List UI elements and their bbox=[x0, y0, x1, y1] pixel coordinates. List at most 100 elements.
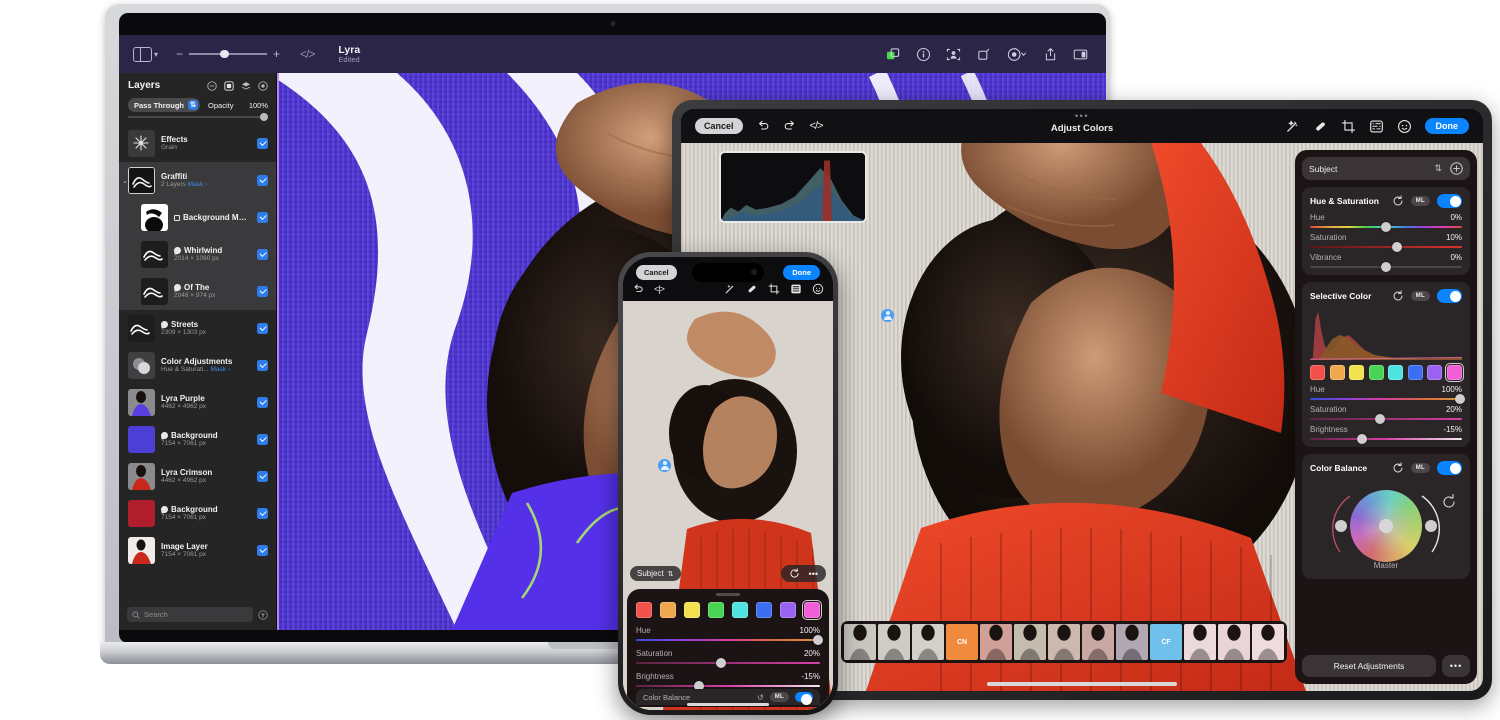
color-swatch[interactable] bbox=[660, 602, 676, 618]
layer-visibility-checkbox[interactable] bbox=[257, 323, 268, 334]
panel-icon[interactable] bbox=[1073, 47, 1088, 62]
adjust-sliders-icon[interactable] bbox=[1369, 119, 1384, 134]
slider-track[interactable] bbox=[1310, 434, 1462, 444]
layer-row[interactable]: Of The 2048 × 974 px bbox=[119, 273, 276, 310]
slider-track[interactable] bbox=[636, 635, 824, 645]
filter-frame[interactable] bbox=[912, 624, 944, 660]
adjust-sliders-icon[interactable] bbox=[790, 283, 802, 295]
layer-visibility-checkbox[interactable] bbox=[257, 545, 268, 556]
stepper-icon[interactable]: ⇅ bbox=[188, 100, 199, 110]
iphone-color-swatches[interactable] bbox=[636, 600, 822, 620]
filter-frame[interactable] bbox=[844, 624, 876, 660]
reset-icon[interactable] bbox=[1392, 462, 1404, 474]
slider-knob[interactable] bbox=[1356, 434, 1367, 444]
slider-knob[interactable] bbox=[1455, 394, 1466, 404]
color-swatch[interactable] bbox=[684, 602, 700, 618]
color-swatch[interactable] bbox=[636, 602, 652, 618]
opacity-slider[interactable] bbox=[128, 113, 268, 121]
slider-knob[interactable] bbox=[1381, 262, 1391, 272]
share-icon[interactable] bbox=[1043, 47, 1058, 62]
filter-frame[interactable] bbox=[1048, 624, 1080, 660]
color-swatches[interactable] bbox=[1310, 363, 1464, 382]
zoom-out-button[interactable]: − bbox=[176, 48, 183, 60]
section-toggle[interactable] bbox=[795, 692, 813, 705]
color-swatch[interactable] bbox=[802, 600, 822, 620]
zoom-control[interactable]: − + bbox=[176, 48, 280, 60]
layer-visibility-checkbox[interactable] bbox=[257, 175, 268, 186]
fit-width-icon[interactable]: </> bbox=[300, 47, 315, 61]
redo-icon[interactable] bbox=[783, 119, 797, 133]
slider-track[interactable] bbox=[636, 681, 820, 691]
minus-circle-icon[interactable] bbox=[207, 80, 217, 91]
slider-knob[interactable] bbox=[813, 635, 824, 645]
layer-row[interactable]: Lyra Crimson 4462 × 4962 px bbox=[119, 458, 276, 495]
filters-icon[interactable] bbox=[812, 283, 824, 295]
blend-mode-select[interactable]: Pass Through ⇅ bbox=[128, 98, 201, 112]
color-swatch[interactable] bbox=[1427, 365, 1443, 380]
mask-square-icon[interactable] bbox=[224, 80, 234, 91]
adjust-icon[interactable] bbox=[1006, 47, 1028, 62]
iphone-subject-selector[interactable]: Subject ⇅ bbox=[630, 566, 681, 581]
layer-row[interactable]: Streets 2309 × 1303 px bbox=[119, 310, 276, 347]
iphone-cancel-button[interactable]: Cancel bbox=[636, 265, 677, 280]
layer-visibility-checkbox[interactable] bbox=[257, 138, 268, 149]
layer-visibility-checkbox[interactable] bbox=[257, 360, 268, 371]
mask-link[interactable]: Mask › bbox=[211, 366, 231, 373]
wheel-center-knob[interactable] bbox=[1379, 519, 1393, 533]
stepper-icon[interactable]: ⇅ bbox=[1434, 163, 1442, 174]
layers-add-icon[interactable] bbox=[886, 47, 901, 62]
color-swatch[interactable] bbox=[1444, 363, 1464, 382]
layer-visibility-checkbox[interactable] bbox=[257, 508, 268, 519]
layer-row[interactable]: Background Mask bbox=[119, 199, 276, 236]
subject-selector[interactable]: Subject ⇅ bbox=[1302, 157, 1470, 180]
info-icon[interactable] bbox=[916, 47, 931, 62]
filter-label-frame[interactable]: CN bbox=[946, 624, 978, 660]
color-wheel[interactable] bbox=[1350, 490, 1422, 562]
section-toggle[interactable] bbox=[1437, 194, 1462, 208]
filter-filmstrip[interactable]: CN CF bbox=[841, 621, 1287, 663]
crop-icon[interactable] bbox=[768, 283, 780, 295]
crop-icon[interactable] bbox=[1341, 119, 1356, 134]
zoom-slider[interactable] bbox=[189, 49, 268, 59]
layer-visibility-checkbox[interactable] bbox=[257, 212, 268, 223]
color-swatch[interactable] bbox=[1407, 365, 1423, 380]
slider-track[interactable] bbox=[1310, 414, 1462, 424]
subject-select-icon[interactable] bbox=[946, 47, 961, 62]
color-swatch[interactable] bbox=[1368, 365, 1384, 380]
mask-link[interactable]: Mask › bbox=[188, 181, 208, 188]
reset-icon[interactable]: ↺ bbox=[757, 693, 764, 702]
sidebar-toggle-button[interactable]: ▾ bbox=[133, 46, 158, 62]
code-icon[interactable]: <|> bbox=[654, 284, 665, 294]
zoom-slider-knob[interactable] bbox=[220, 49, 229, 59]
color-swatch[interactable] bbox=[780, 602, 796, 618]
magic-wand-icon[interactable] bbox=[1285, 119, 1300, 134]
undo-icon[interactable] bbox=[632, 283, 644, 295]
opacity-slider-knob[interactable] bbox=[260, 113, 268, 121]
reset-icon[interactable] bbox=[789, 568, 800, 579]
slider-knob[interactable] bbox=[1374, 414, 1385, 424]
layer-list[interactable]: Effects Grain ⌄ Graffiti 2 Layers Mask › Back… bbox=[119, 125, 276, 607]
ml-badge[interactable]: ML bbox=[1410, 463, 1430, 473]
plus-circle-icon[interactable] bbox=[1450, 162, 1463, 175]
layer-visibility-checkbox[interactable] bbox=[257, 397, 268, 408]
layer-row[interactable]: Effects Grain bbox=[119, 125, 276, 162]
layer-visibility-checkbox[interactable] bbox=[257, 434, 268, 445]
layer-visibility-checkbox[interactable] bbox=[257, 249, 268, 260]
retouch-icon[interactable] bbox=[746, 283, 758, 295]
iphone-canvas[interactable]: Subject ⇅ ••• Hue 100% Saturation 20% Bright… bbox=[623, 301, 833, 710]
subject-badge-icon[interactable] bbox=[881, 309, 894, 322]
color-swatch[interactable] bbox=[1349, 365, 1365, 380]
histogram-thumbnail[interactable] bbox=[719, 151, 867, 223]
add-circle-icon[interactable] bbox=[258, 80, 268, 91]
filter-frame[interactable] bbox=[1116, 624, 1148, 660]
slider-knob[interactable] bbox=[1391, 242, 1402, 252]
iphone-done-button[interactable]: Done bbox=[783, 265, 820, 280]
reset-icon[interactable] bbox=[1392, 195, 1404, 207]
reset-adjustments-button[interactable]: Reset Adjustments bbox=[1302, 655, 1436, 677]
stepper-icon[interactable]: ⇅ bbox=[668, 570, 674, 578]
color-wheel-control[interactable]: Master bbox=[1310, 480, 1462, 572]
color-swatch[interactable] bbox=[1310, 365, 1325, 380]
ml-badge[interactable]: ML bbox=[769, 692, 789, 702]
filter-frame[interactable] bbox=[1014, 624, 1046, 660]
retouch-icon[interactable] bbox=[1313, 119, 1328, 134]
